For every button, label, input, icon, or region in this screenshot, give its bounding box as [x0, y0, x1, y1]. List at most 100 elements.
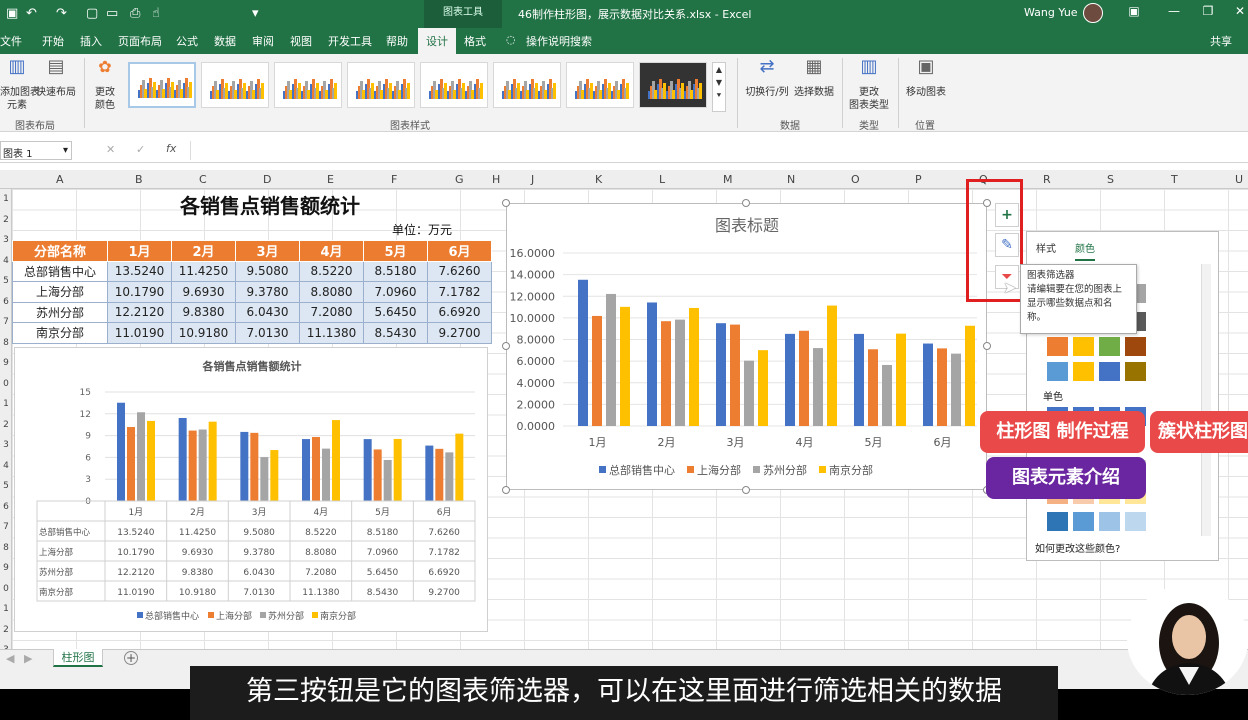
chart-style-thumbnail[interactable] [639, 62, 707, 108]
column-header[interactable]: C [199, 173, 207, 186]
undo-icon[interactable]: ↶ [26, 6, 37, 21]
row-header[interactable]: 1 [0, 194, 12, 204]
tab-home[interactable]: 开始 [42, 33, 64, 49]
column-header[interactable]: G [455, 173, 464, 186]
row-header[interactable]: 9 [0, 358, 12, 368]
resize-handle[interactable] [502, 199, 510, 207]
minimize-icon[interactable]: — [1160, 4, 1188, 22]
tab-review[interactable]: 审阅 [252, 33, 274, 49]
gallery-scroll[interactable]: ▲ ▼ ⯆ [712, 62, 726, 112]
column-header[interactable]: E [327, 173, 334, 186]
name-box[interactable]: 图表 1 ▾ [0, 141, 72, 160]
row-header[interactable]: 3 [0, 235, 12, 245]
column-header[interactable]: A [56, 173, 64, 186]
pane-tab-color[interactable]: 颜色 [1075, 240, 1095, 261]
column-header[interactable]: R [1043, 173, 1051, 186]
close-icon[interactable]: ✕ [1226, 4, 1248, 22]
column-header[interactable]: J [531, 173, 534, 186]
row-header[interactable]: 4 [0, 461, 12, 471]
column-header[interactable]: U [1235, 173, 1243, 186]
tab-formulas[interactable]: 公式 [176, 33, 198, 49]
column-header[interactable]: O [851, 173, 860, 186]
row-header[interactable]: 1 [0, 399, 12, 409]
change-chart-type-button[interactable]: ▥ 更改 图表类型 [846, 58, 892, 112]
row-header[interactable]: 9 [0, 563, 12, 573]
tab-view[interactable]: 视图 [290, 33, 312, 49]
formula-input[interactable] [190, 141, 1248, 160]
resize-handle[interactable] [742, 486, 750, 494]
new-file-icon[interactable]: ▢ [86, 6, 98, 21]
column-header[interactable]: L [659, 173, 665, 186]
add-chart-element-button[interactable]: ▥ 添加图表 元素 [0, 58, 40, 112]
resize-handle[interactable] [502, 342, 510, 350]
chart-style-thumbnail[interactable] [128, 62, 196, 108]
function-icon[interactable]: fx [166, 142, 176, 155]
color-swatch[interactable] [1073, 512, 1094, 531]
column-header[interactable]: P [915, 173, 922, 186]
color-swatch[interactable] [1099, 362, 1120, 381]
resize-handle[interactable] [502, 486, 510, 494]
next-sheet-icon[interactable]: ▶ [24, 652, 32, 665]
customize-qat-icon[interactable]: ▾ [252, 6, 259, 21]
column-header[interactable]: H [492, 173, 500, 186]
cancel-icon[interactable]: ✕ [106, 143, 115, 156]
column-header[interactable]: B [135, 173, 143, 186]
chart-style-thumbnail[interactable] [420, 62, 488, 108]
tab-format[interactable]: 格式 [464, 33, 486, 49]
color-swatch[interactable] [1047, 362, 1068, 381]
move-chart-button[interactable]: ▣ 移动图表 [902, 58, 950, 99]
tab-insert[interactable]: 插入 [80, 33, 102, 49]
row-header[interactable]: 7 [0, 317, 12, 327]
row-header[interactable]: 0 [0, 379, 12, 389]
color-swatch[interactable] [1073, 337, 1094, 356]
color-swatch[interactable] [1099, 337, 1120, 356]
tab-developer[interactable]: 开发工具 [328, 33, 372, 49]
column-header[interactable]: F [391, 173, 397, 186]
tab-data[interactable]: 数据 [214, 33, 236, 49]
row-header[interactable]: 0 [0, 584, 12, 594]
restore-icon[interactable]: ❐ [1194, 4, 1222, 22]
row-header[interactable]: 2 [0, 420, 12, 430]
color-swatch[interactable] [1099, 512, 1120, 531]
column-header[interactable]: T [1171, 173, 1178, 186]
enter-icon[interactable]: ✓ [136, 143, 145, 156]
ribbon-display-icon[interactable]: ▣ [1120, 4, 1148, 22]
column-header[interactable]: D [263, 173, 271, 186]
row-header[interactable]: 6 [0, 502, 12, 512]
selected-chart[interactable]: 图表标题 0.0000 2.0000 4.0000 6.0000 8.0000 10.000… [506, 203, 987, 490]
redo-icon[interactable]: ↷ [56, 6, 67, 21]
chart-with-data-table[interactable]: 各销售点销售额统计 0 3 6 9 12 15 1月 2月 3月 4月 5月 6月 总部销售中心 13.52… [14, 347, 488, 632]
how-to-change-colors-link[interactable]: 如何更改这些颜色? [1035, 540, 1120, 555]
color-swatch[interactable] [1047, 337, 1068, 356]
row-header[interactable]: 2 [0, 215, 12, 225]
tab-help[interactable]: 帮助 [386, 33, 408, 49]
color-swatch[interactable] [1047, 512, 1068, 531]
select-data-button[interactable]: ▦ 选择数据 [792, 58, 836, 99]
resize-handle[interactable] [742, 199, 750, 207]
chart-style-thumbnail[interactable] [347, 62, 415, 108]
row-header[interactable]: 4 [0, 256, 12, 266]
data-table[interactable]: 分部名称 1月 2月 3月 4月 5月 6月 总部销售中心 13.5240 11.4… [12, 240, 492, 344]
save-icon[interactable]: ▣ [6, 6, 18, 21]
user-name[interactable]: Wang Yue [1024, 6, 1078, 19]
pane-scrollbar[interactable] [1201, 264, 1211, 536]
row-header[interactable]: 7 [0, 522, 12, 532]
chart-style-thumbnail[interactable] [274, 62, 342, 108]
tab-page-layout[interactable]: 页面布局 [118, 33, 162, 49]
switch-row-column-button[interactable]: ⇄ 切换行/列 [742, 58, 792, 99]
open-icon[interactable]: ▭ [106, 6, 118, 21]
row-header[interactable]: 8 [0, 543, 12, 553]
row-header[interactable]: 3 [0, 440, 12, 450]
change-colors-button[interactable]: ✿ 更改 颜色 [88, 59, 122, 112]
row-header[interactable]: 5 [0, 481, 12, 491]
column-header[interactable]: N [787, 173, 795, 186]
column-header[interactable]: K [595, 173, 602, 186]
add-sheet-icon[interactable]: + [124, 651, 138, 665]
pane-tab-style[interactable]: 样式 [1036, 240, 1056, 255]
color-swatch[interactable] [1073, 362, 1094, 381]
row-header[interactable]: 6 [0, 297, 12, 307]
color-swatch[interactable] [1125, 362, 1146, 381]
chart-style-thumbnail[interactable] [493, 62, 561, 108]
color-swatch[interactable] [1125, 512, 1146, 531]
sheet-tab-bar-chart[interactable]: 柱形图 [53, 649, 103, 667]
